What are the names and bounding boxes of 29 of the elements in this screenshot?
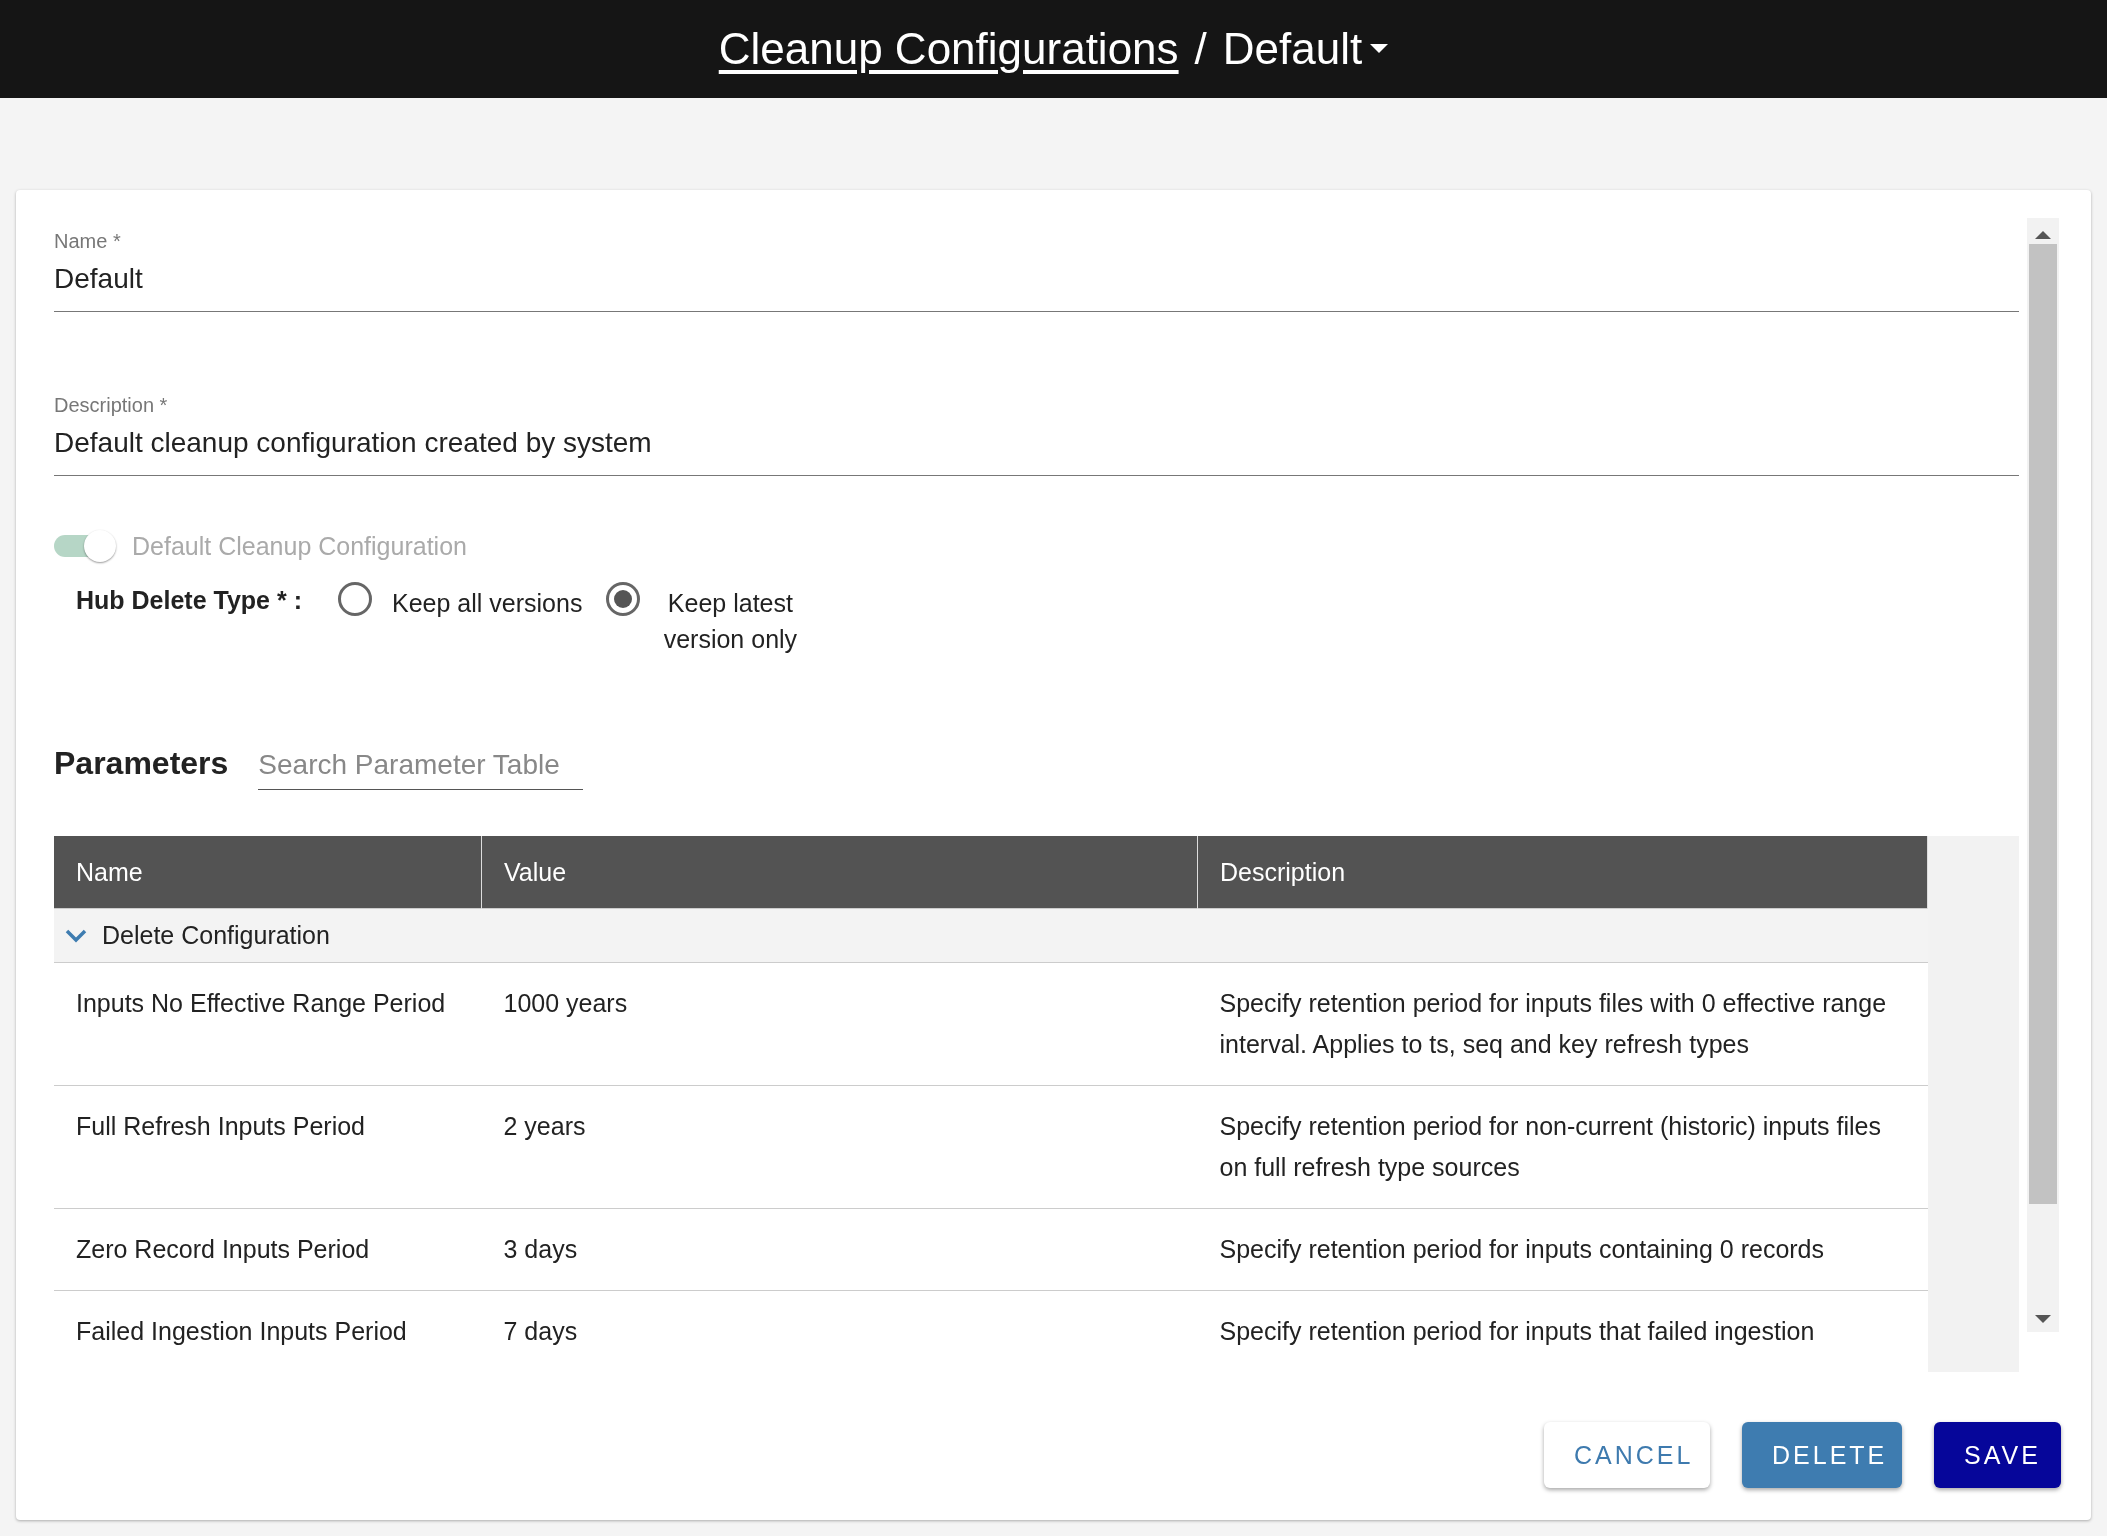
table-cell: 1000 years — [481, 962, 1198, 1086]
description-field[interactable]: Description * Default cleanup configuration created by system — [54, 382, 2019, 476]
table-cell: Failed Ingestion Inputs Period — [54, 1290, 482, 1372]
parameters-title: Parameters — [54, 745, 229, 782]
name-field[interactable]: Name * Default — [54, 218, 2019, 312]
group-row[interactable]: Delete Configuration — [64, 915, 1918, 956]
breadcrumb-link[interactable]: Cleanup Configurations — [718, 24, 1179, 74]
radio-label: Keep all versions — [392, 588, 583, 619]
table-cell: Zero Record Inputs Period — [54, 1208, 482, 1291]
hub-delete-type-label: Hub Delete Type * : — [76, 585, 303, 615]
save-button[interactable]: SAVE — [1934, 1422, 2061, 1488]
breadcrumb-separator: / — [1194, 24, 1207, 74]
table-cell: 7 days — [481, 1290, 1198, 1372]
config-dropdown[interactable]: Default — [1222, 24, 1389, 74]
column-header: Value — [481, 836, 1198, 909]
table-cell: 3 days — [481, 1208, 1198, 1291]
table-cell: 2 years — [481, 1085, 1198, 1209]
cancel-button[interactable]: CANCEL — [1544, 1422, 1710, 1488]
column-header: Name — [54, 836, 482, 909]
delete-button[interactable]: DELETE — [1742, 1422, 1902, 1488]
table-cell: Inputs No Effective Range Period — [54, 962, 482, 1086]
table-cell: Specify retention period for non-current (historic) inputs files on full refresh type sources — [1197, 1085, 1928, 1209]
toggle-label: Default Cleanup Configuration — [132, 531, 467, 561]
column-header: Description — [1197, 836, 1928, 909]
table-cell: Specify retention period for inputs files with 0 effective range interval. Applies to ts, seq and key refresh types — [1197, 962, 1928, 1086]
radio-label: Keep latest version only — [662, 588, 799, 655]
table-cell: Specify retention period for inputs that failed ingestion — [1197, 1290, 1928, 1372]
table-cell: Specify retention period for inputs containing 0 records — [1197, 1208, 1928, 1291]
table-cell: Full Refresh Inputs Period — [54, 1085, 482, 1209]
